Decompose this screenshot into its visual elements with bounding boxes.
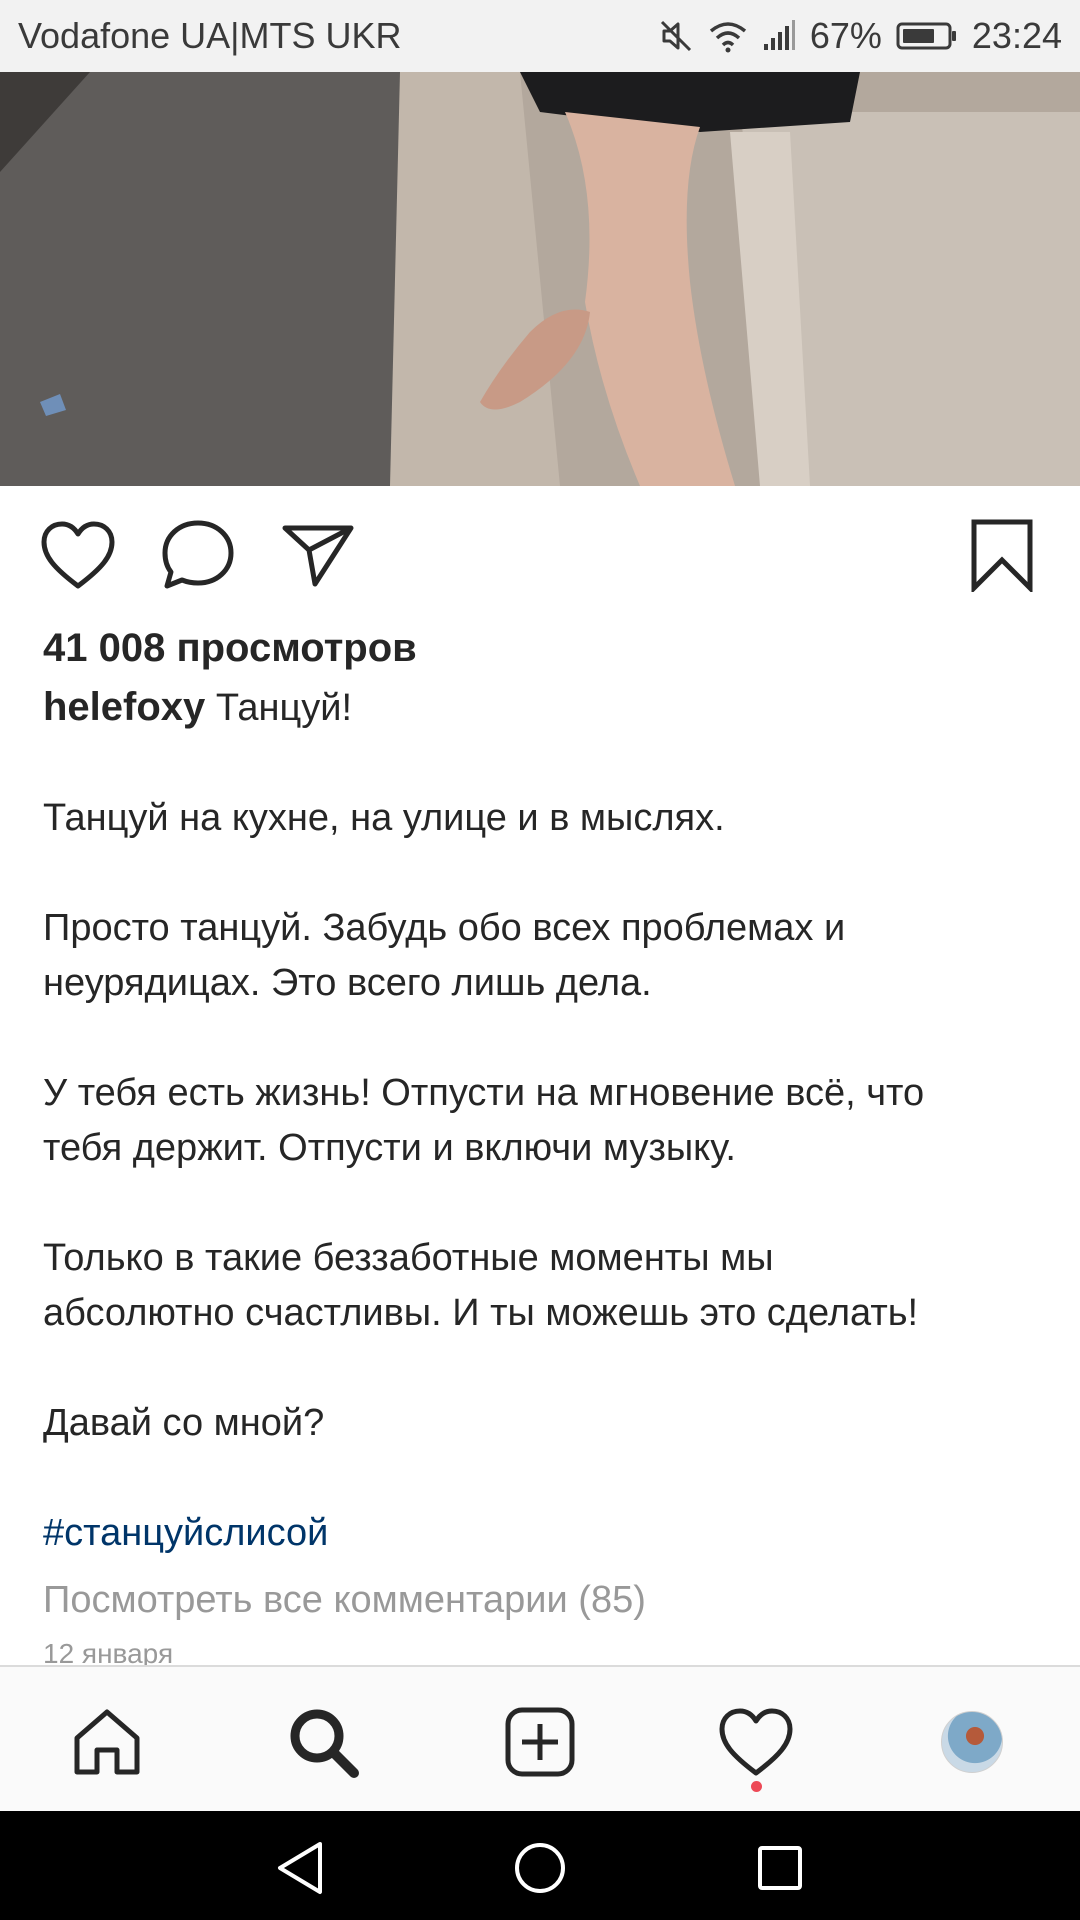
heart-icon bbox=[41, 521, 115, 589]
comment-button[interactable] bbox=[158, 510, 238, 600]
nav-home-button[interactable] bbox=[62, 1697, 152, 1787]
battery-percent: 67% bbox=[809, 15, 882, 56]
home-circle-icon bbox=[515, 1843, 565, 1893]
caption-line: тебя держит. Отпусти и включи музыку. bbox=[43, 1127, 736, 1169]
caption-line: Только в такие беззаботные моменты мы bbox=[43, 1237, 774, 1279]
back-icon bbox=[278, 1842, 322, 1894]
post-details: 41 008 просмотров helefoxy Танцуй! Танцу… bbox=[43, 620, 1043, 1674]
system-navigation-bar bbox=[0, 1811, 1080, 1920]
carrier-name: Vodafone UA|MTS UKR bbox=[18, 15, 402, 56]
caption-paragraph: Просто танцуй. Забудь обо всех проблемах… bbox=[43, 901, 1043, 1011]
recents-icon bbox=[758, 1846, 802, 1890]
share-button[interactable] bbox=[278, 510, 358, 600]
caption-gap bbox=[43, 1176, 1043, 1231]
caption-gap bbox=[43, 846, 1043, 901]
add-post-icon bbox=[505, 1707, 575, 1777]
nav-search-button[interactable] bbox=[278, 1697, 368, 1787]
caption-title: Танцуй! bbox=[215, 687, 353, 729]
caption-gap bbox=[43, 1451, 1043, 1506]
caption-gap bbox=[43, 736, 1043, 791]
caption-paragraph: Только в такие беззаботные моменты мы аб… bbox=[43, 1231, 1043, 1341]
caption-gap bbox=[43, 1011, 1043, 1066]
caption-paragraph: Танцуй на кухне, на улице и в мыслях. bbox=[43, 791, 1043, 846]
save-button[interactable] bbox=[962, 510, 1042, 600]
view-count[interactable]: 41 008 просмотров bbox=[43, 620, 1043, 676]
profile-avatar bbox=[941, 1711, 1003, 1773]
caption-gap bbox=[43, 1341, 1043, 1396]
clock: 23:24 bbox=[971, 15, 1062, 56]
bottom-nav-bar bbox=[0, 1665, 1080, 1813]
post-username[interactable]: helefoxy bbox=[43, 685, 205, 729]
search-icon bbox=[290, 1709, 359, 1778]
wifi-icon bbox=[708, 19, 748, 53]
caption-paragraph: Давай со мной? bbox=[43, 1396, 1043, 1451]
view-all-comments-link[interactable]: Посмотреть все комментарии (85) bbox=[43, 1573, 1043, 1628]
bookmark-icon bbox=[971, 519, 1033, 592]
status-icons: 67% 23:24 bbox=[658, 15, 1062, 57]
post-video[interactable] bbox=[0, 72, 1080, 486]
system-home-button[interactable] bbox=[505, 1833, 575, 1903]
activity-heart-icon bbox=[719, 1708, 793, 1776]
instagram-post-screen: Vodafone UA|MTS UKR 67% 23:24 41 008 про… bbox=[0, 0, 1080, 1920]
caption-line: Танцуй на кухне, на улице и в мыслях. bbox=[43, 797, 725, 839]
hashtag-link[interactable]: #станцуйслисой bbox=[43, 1506, 1043, 1561]
caption-line: неурядицах. Это всего лишь дела. bbox=[43, 962, 652, 1004]
mute-icon bbox=[658, 18, 694, 54]
system-recents-button[interactable] bbox=[745, 1833, 815, 1903]
notification-dot bbox=[751, 1781, 762, 1792]
signal-icon bbox=[762, 20, 796, 52]
status-bar: Vodafone UA|MTS UKR 67% 23:24 bbox=[0, 0, 1080, 72]
comment-icon bbox=[162, 520, 234, 589]
post-actions bbox=[0, 510, 1080, 600]
share-icon bbox=[282, 525, 354, 587]
home-icon bbox=[74, 1709, 140, 1775]
like-button[interactable] bbox=[38, 510, 118, 600]
system-back-button[interactable] bbox=[265, 1833, 335, 1903]
battery-icon bbox=[896, 21, 958, 51]
caption-header: helefoxy Танцуй! bbox=[43, 680, 1043, 736]
nav-activity-button[interactable] bbox=[711, 1697, 801, 1787]
video-frame-illustration bbox=[0, 72, 1080, 486]
caption-paragraph: У тебя есть жизнь! Отпусти на мгновение … bbox=[43, 1066, 1043, 1176]
nav-new-post-button[interactable] bbox=[495, 1697, 585, 1787]
caption-line: абсолютно счастливы. И ты можешь это сде… bbox=[43, 1292, 919, 1334]
caption-line: Давай со мной? bbox=[43, 1402, 325, 1444]
caption-line: Просто танцуй. Забудь обо всех проблемах… bbox=[43, 907, 846, 949]
caption-line: У тебя есть жизнь! Отпусти на мгновение … bbox=[43, 1072, 925, 1114]
nav-profile-button[interactable] bbox=[927, 1697, 1017, 1787]
